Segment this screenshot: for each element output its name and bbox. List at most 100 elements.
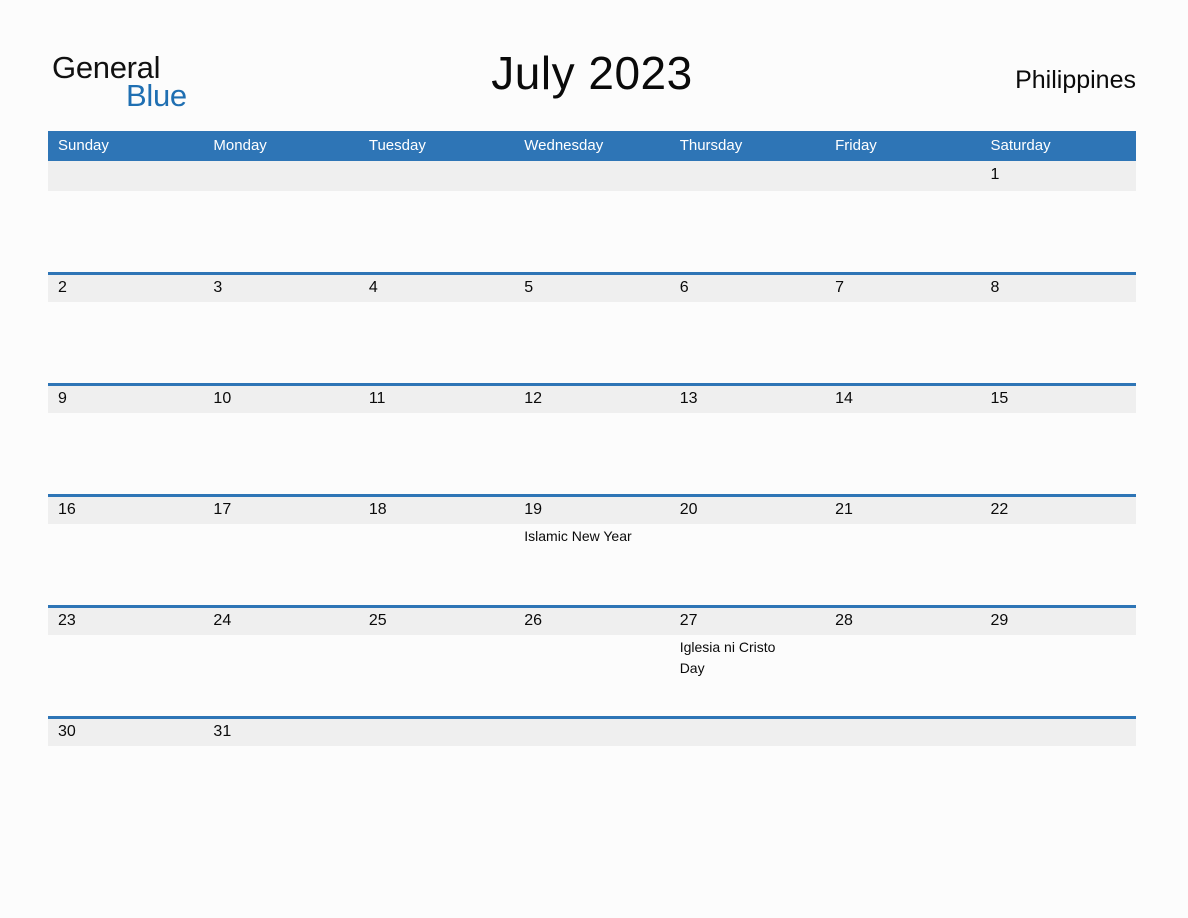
page-header: General Blue July 2023 Philippines <box>48 42 1136 120</box>
day-number: 16 <box>58 501 76 518</box>
day-number: 17 <box>213 501 232 518</box>
day-number: 14 <box>835 390 853 407</box>
day-cell[interactable]: 28 <box>825 605 980 716</box>
day-cell[interactable]: 2 <box>48 272 203 383</box>
weekday-sunday: Sunday <box>58 137 109 154</box>
day-cell[interactable]: 3 <box>203 272 358 383</box>
day-number: 10 <box>213 390 232 407</box>
weekday-tuesday: Tuesday <box>368 137 426 154</box>
day-cell-empty <box>203 161 358 272</box>
day-number: 11 <box>368 390 386 407</box>
weekday-header-row: Sunday Monday Tuesday Wednesday Thursday… <box>48 131 1136 161</box>
day-number: 4 <box>368 279 378 296</box>
day-number: 22 <box>990 501 1009 518</box>
week-row: 1 <box>48 161 1136 272</box>
day-cell[interactable]: 26 <box>514 605 669 716</box>
day-cell[interactable]: 10 <box>203 383 358 494</box>
day-cell[interactable]: 9 <box>48 383 203 494</box>
event-label: Day <box>679 660 705 676</box>
day-number: 1 <box>990 166 1000 183</box>
day-cell[interactable]: 12 <box>514 383 669 494</box>
day-cell-empty <box>359 161 514 272</box>
day-cell-empty <box>359 716 514 827</box>
day-events: Iglesia ni Cristo Day <box>680 637 826 679</box>
day-number: 25 <box>368 612 387 629</box>
day-cell[interactable]: 25 <box>359 605 514 716</box>
day-cell[interactable]: 14 <box>825 383 980 494</box>
day-number: 27 <box>679 612 698 629</box>
day-cell[interactable]: 6 <box>670 272 825 383</box>
day-cell-empty <box>670 161 825 272</box>
day-cell[interactable]: 21 <box>825 494 980 605</box>
calendar-grid: Sunday Monday Tuesday Wednesday Thursday… <box>48 131 1136 827</box>
day-cell-empty <box>981 716 1136 827</box>
day-cell-empty <box>514 161 669 272</box>
day-number: 24 <box>213 612 232 629</box>
day-number: 23 <box>58 612 76 629</box>
day-cell[interactable]: 13 <box>670 383 825 494</box>
calendar-page: General Blue July 2023 Philippines Sunda… <box>0 0 1188 918</box>
day-number: 21 <box>835 501 853 518</box>
day-cell-empty <box>514 716 669 827</box>
day-cells: 9 10 11 12 13 14 15 <box>48 383 1136 494</box>
day-number: 9 <box>58 390 67 407</box>
day-cell[interactable]: 27 Iglesia ni Cristo Day <box>670 605 825 716</box>
day-cell[interactable]: 23 <box>48 605 203 716</box>
day-cell[interactable]: 1 <box>981 161 1136 272</box>
day-cell[interactable]: 5 <box>514 272 669 383</box>
day-cell[interactable]: 19 Islamic New Year <box>514 494 669 605</box>
day-number: 12 <box>524 390 543 407</box>
week-row: 30 31 <box>48 716 1136 827</box>
day-number: 26 <box>524 612 543 629</box>
day-number: 7 <box>835 279 845 296</box>
day-cell[interactable]: 16 <box>48 494 203 605</box>
day-cells: 16 17 18 19 Islamic New Year 20 21 22 <box>48 494 1136 605</box>
day-cell[interactable]: 20 <box>670 494 825 605</box>
day-cell-empty <box>825 161 980 272</box>
day-cell[interactable]: 17 <box>203 494 358 605</box>
week-row: 9 10 11 12 13 14 15 <box>48 383 1136 494</box>
day-cell-empty <box>48 161 203 272</box>
day-number: 15 <box>990 390 1009 407</box>
day-number: 31 <box>213 723 232 740</box>
day-cells: 23 24 25 26 27 Iglesia ni Cristo Day 28 29 <box>48 605 1136 716</box>
weekday-saturday: Saturday <box>990 137 1051 154</box>
day-cell[interactable]: 22 <box>981 494 1136 605</box>
day-cell[interactable]: 30 <box>48 716 203 827</box>
day-cell[interactable]: 18 <box>359 494 514 605</box>
day-number: 29 <box>990 612 1009 629</box>
day-cell[interactable]: 29 <box>981 605 1136 716</box>
day-cell-empty <box>670 716 825 827</box>
day-number: 6 <box>679 279 689 296</box>
day-number: 2 <box>58 279 67 296</box>
week-row: 2 3 4 5 6 7 8 <box>48 272 1136 383</box>
day-cell[interactable]: 31 <box>203 716 358 827</box>
day-cell[interactable]: 8 <box>981 272 1136 383</box>
day-number: 18 <box>368 501 387 518</box>
day-cell[interactable]: 11 <box>359 383 514 494</box>
page-title: July 2023 <box>491 47 693 99</box>
weekday-monday: Monday <box>213 137 267 154</box>
day-cells: 2 3 4 5 6 7 8 <box>48 272 1136 383</box>
country-label: Philippines <box>1015 66 1136 94</box>
day-cell-empty <box>825 716 980 827</box>
day-number: 8 <box>990 279 1000 296</box>
day-number: 20 <box>679 501 698 518</box>
day-cell[interactable]: 7 <box>825 272 980 383</box>
weekday-wednesday: Wednesday <box>524 137 604 154</box>
weekday-friday: Friday <box>835 137 877 154</box>
day-cells: 30 31 <box>48 716 1136 827</box>
event-label: Islamic New Year <box>524 528 632 544</box>
weekday-thursday: Thursday <box>679 137 743 154</box>
day-cell[interactable]: 15 <box>981 383 1136 494</box>
day-cells: 1 <box>48 161 1136 272</box>
day-cell[interactable]: 4 <box>359 272 514 383</box>
weeks-container: 1 2 3 4 5 6 7 8 9 10 11 12 13 14 15 16 17 18 19 Islamic New… <box>48 161 1136 827</box>
day-cell[interactable]: 24 <box>203 605 358 716</box>
day-number: 3 <box>213 279 223 296</box>
day-number: 5 <box>524 279 534 296</box>
day-number: 13 <box>679 390 698 407</box>
event-label: Iglesia ni Cristo <box>679 639 776 655</box>
day-number: 28 <box>835 612 853 629</box>
day-number: 30 <box>58 723 76 740</box>
